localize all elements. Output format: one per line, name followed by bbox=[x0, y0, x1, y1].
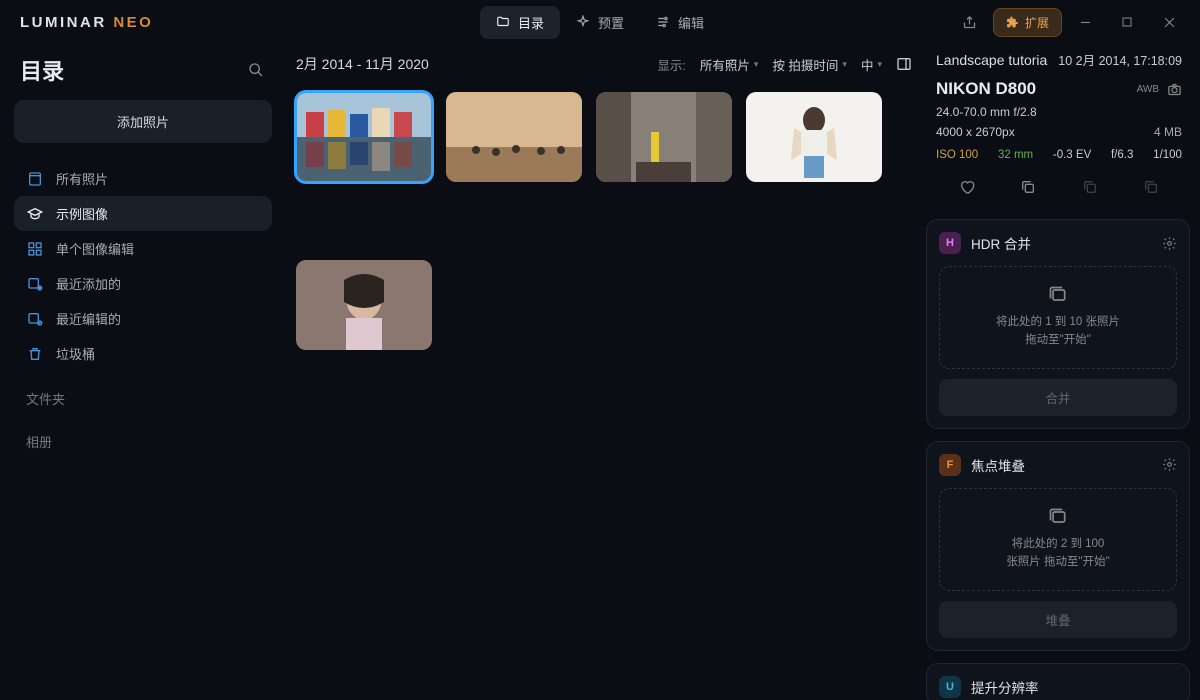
photo-thumbnail[interactable] bbox=[296, 260, 432, 350]
panel-hdr: H HDR 合并 将此处的 1 到 10 张照片拖动至"开始" 合并 bbox=[926, 219, 1190, 429]
nav-label: 单个图像编辑 bbox=[56, 239, 134, 258]
nav-trash[interactable]: 垃圾桶 bbox=[14, 336, 272, 371]
chevron-down-icon: ▾ bbox=[842, 59, 847, 70]
nav-recent-added[interactable]: 最近添加的 bbox=[14, 266, 272, 301]
graduation-icon bbox=[26, 205, 44, 223]
photo-thumbnail[interactable] bbox=[296, 92, 432, 182]
section-folders[interactable]: 文件夹 bbox=[14, 371, 272, 414]
info-datetime: 10 2月 2014, 17:18:09 bbox=[1058, 50, 1182, 69]
info-dimensions: 4000 x 2670px bbox=[936, 125, 1015, 139]
panel-title: 提升分辨率 bbox=[971, 677, 1039, 697]
trash-icon bbox=[26, 345, 44, 363]
sidebar-title: 目录 bbox=[20, 54, 64, 86]
window-maximize[interactable] bbox=[1108, 7, 1146, 37]
photo-icon bbox=[26, 170, 44, 188]
tab-label: 目录 bbox=[518, 13, 544, 32]
panel-title: 焦点堆叠 bbox=[971, 455, 1025, 475]
nav-label: 示例图像 bbox=[56, 204, 108, 223]
photo-thumbnail[interactable] bbox=[596, 92, 732, 182]
camera-icon bbox=[1167, 82, 1182, 97]
app-logo: LUMINAR NEO bbox=[20, 14, 153, 31]
photo-thumbnail[interactable] bbox=[746, 92, 882, 182]
info-lens: 24.0-70.0 mm f/2.8 bbox=[936, 105, 1037, 119]
add-photos-button[interactable]: 添加照片 bbox=[14, 100, 272, 143]
info-filename: Landscape tutoria bbox=[936, 52, 1047, 68]
window-minimize[interactable] bbox=[1066, 7, 1104, 37]
photo-thumbnail[interactable] bbox=[446, 92, 582, 182]
window-close[interactable] bbox=[1150, 7, 1188, 37]
stack-button[interactable]: 堆叠 bbox=[939, 601, 1177, 638]
upscale-badge-icon: U bbox=[939, 676, 961, 698]
view-toggle-icon[interactable] bbox=[896, 56, 912, 72]
drop-zone[interactable]: 将此处的 2 到 100张照片 拖动至"开始" bbox=[939, 488, 1177, 591]
folder-icon bbox=[496, 15, 510, 29]
nav-label: 垃圾桶 bbox=[56, 344, 95, 363]
panel-upscale: U 提升分辨率 bbox=[926, 663, 1190, 700]
ext-label: 扩展 bbox=[1025, 14, 1049, 31]
filter-show[interactable]: 所有照片 ▾ bbox=[700, 55, 759, 74]
show-label: 显示: bbox=[657, 55, 685, 74]
share-icon[interactable] bbox=[951, 7, 989, 37]
panel-focus: F 焦点堆叠 将此处的 2 到 100张照片 拖动至"开始" 堆叠 bbox=[926, 441, 1190, 651]
info-focal: 32 mm bbox=[998, 149, 1033, 161]
nav-label: 最近编辑的 bbox=[56, 309, 121, 328]
gear-icon[interactable] bbox=[1162, 457, 1177, 472]
sidebar: 目录 添加照片 所有照片 示例图像 单个图像编辑 最近添加的 最近编辑的 垃圾桶… bbox=[0, 44, 286, 700]
tab-edit[interactable]: 编辑 bbox=[640, 6, 720, 39]
images-icon bbox=[950, 507, 1166, 527]
next-version-icon[interactable] bbox=[1137, 177, 1165, 197]
sliders-icon bbox=[656, 15, 670, 29]
thumb-size[interactable]: 中 ▾ bbox=[861, 55, 882, 74]
drop-zone[interactable]: 将此处的 1 到 10 张照片拖动至"开始" bbox=[939, 266, 1177, 369]
nav-single-edit[interactable]: 单个图像编辑 bbox=[14, 231, 272, 266]
date-range[interactable]: 2月 2014 - 11月 2020 bbox=[296, 54, 429, 74]
tab-catalog[interactable]: 目录 bbox=[480, 6, 560, 39]
panel-title: HDR 合并 bbox=[971, 233, 1031, 253]
gear-icon[interactable] bbox=[1162, 236, 1177, 251]
search-icon[interactable] bbox=[244, 58, 268, 82]
tab-label: 编辑 bbox=[678, 13, 704, 32]
nav-label: 最近添加的 bbox=[56, 274, 121, 293]
nav-label: 所有照片 bbox=[56, 169, 108, 188]
copy-icon[interactable] bbox=[1014, 177, 1042, 197]
sparkle-icon bbox=[576, 15, 590, 29]
extensions-button[interactable]: 扩展 bbox=[993, 8, 1062, 37]
merge-button[interactable]: 合并 bbox=[939, 379, 1177, 416]
chevron-down-icon: ▾ bbox=[754, 59, 759, 70]
image-plus-icon bbox=[26, 275, 44, 293]
sort-by[interactable]: 按 拍摄时间 ▾ bbox=[772, 55, 847, 74]
info-shutter: 1/100 bbox=[1153, 149, 1182, 161]
prev-version-icon[interactable] bbox=[1076, 177, 1104, 197]
info-awb: AWB bbox=[1137, 84, 1159, 95]
info-filesize: 4 MB bbox=[1154, 125, 1182, 139]
info-panel: Landscape tutoria 10 2月 2014, 17:18:09 NI… bbox=[926, 44, 1192, 207]
nav-all-photos[interactable]: 所有照片 bbox=[14, 161, 272, 196]
section-albums[interactable]: 相册 bbox=[14, 414, 272, 457]
favorite-icon[interactable] bbox=[953, 177, 981, 197]
info-camera: NIKON D800 bbox=[936, 79, 1036, 99]
info-aperture: f/6.3 bbox=[1111, 149, 1133, 161]
focus-badge-icon: F bbox=[939, 454, 961, 476]
nav-recent-edited[interactable]: 最近编辑的 bbox=[14, 301, 272, 336]
tab-presets[interactable]: 预置 bbox=[560, 6, 640, 39]
info-ev: -0.3 EV bbox=[1053, 149, 1091, 161]
hdr-badge-icon: H bbox=[939, 232, 961, 254]
nav-samples[interactable]: 示例图像 bbox=[14, 196, 272, 231]
images-icon bbox=[950, 285, 1166, 305]
tab-label: 预置 bbox=[598, 13, 624, 32]
grid-icon bbox=[26, 240, 44, 258]
puzzle-icon bbox=[1006, 16, 1019, 29]
chevron-down-icon: ▾ bbox=[877, 59, 882, 70]
info-iso: ISO 100 bbox=[936, 149, 978, 161]
image-edit-icon bbox=[26, 310, 44, 328]
